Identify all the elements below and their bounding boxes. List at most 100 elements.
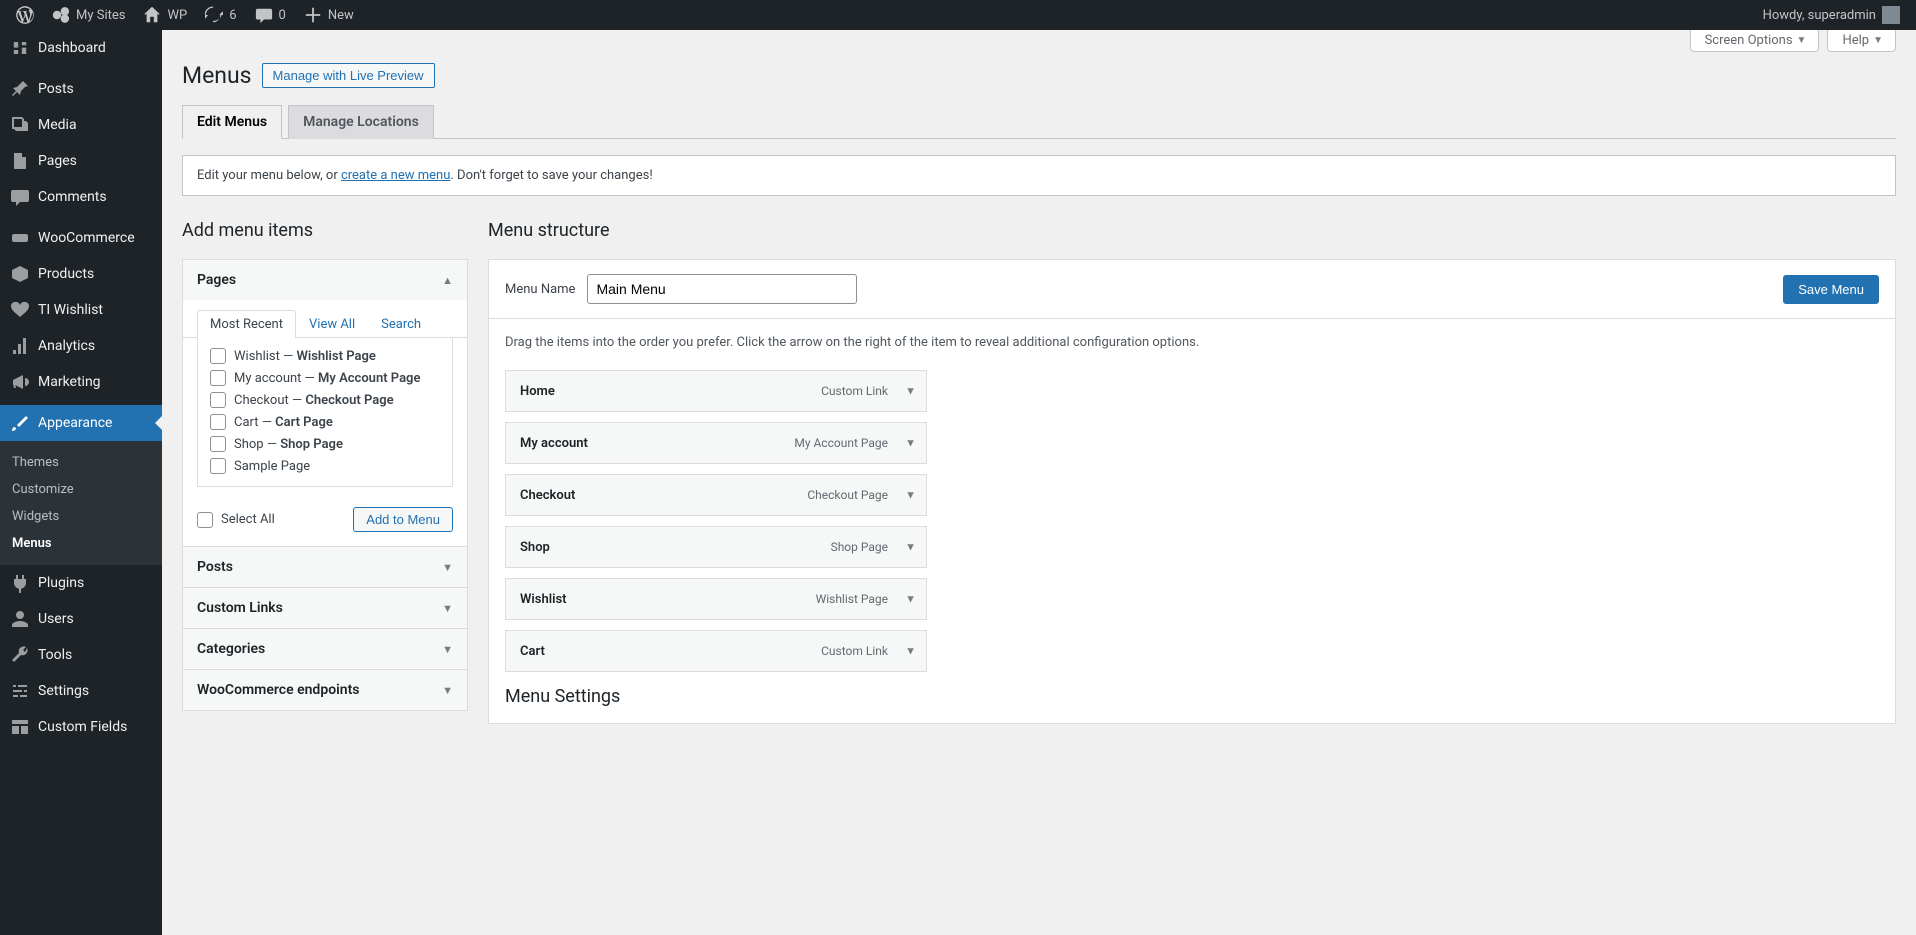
help-toggle[interactable]: Help ▼ (1827, 30, 1896, 52)
triangle-down-icon: ▼ (442, 561, 453, 574)
pages-tab-recent[interactable]: Most Recent (197, 310, 296, 338)
adminbar-wp-logo[interactable] (8, 0, 42, 30)
page-icon (10, 151, 30, 171)
wrench-icon (10, 645, 30, 665)
sidebar-item-label: Marketing (38, 374, 101, 390)
sidebar-item-label: Settings (38, 683, 89, 699)
expand-item-icon[interactable]: ▼ (905, 489, 916, 502)
triangle-down-icon: ▼ (442, 602, 453, 615)
adminbar-user[interactable]: Howdy, superadmin (1755, 0, 1908, 30)
submenu-customize[interactable]: Customize (0, 476, 162, 503)
layout-icon (10, 717, 30, 737)
accordion-pages-header[interactable]: Pages▲ (183, 260, 467, 300)
sidebar-item-label: Posts (38, 81, 74, 97)
menu-notice: Edit your menu below, or create a new me… (182, 155, 1896, 196)
accordion-categories-header[interactable]: Categories▼ (183, 629, 467, 669)
sidebar-item-marketing[interactable]: Marketing (0, 364, 162, 400)
select-all[interactable]: Select All (197, 512, 275, 528)
admin-bar: My Sites WP 6 0 New Howdy, superadmin (0, 0, 1916, 30)
page-checkbox[interactable] (210, 414, 226, 430)
tab-manage-locations[interactable]: Manage Locations (288, 105, 434, 139)
sidebar-item-appearance[interactable]: Appearance (0, 405, 162, 441)
page-check-item[interactable]: Wishlist — Wishlist Page (210, 348, 440, 364)
page-checkbox[interactable] (210, 370, 226, 386)
menu-item[interactable]: WishlistWishlist Page▼ (505, 578, 927, 620)
sidebar-item-tools[interactable]: Tools (0, 637, 162, 673)
sidebar-item-dashboard[interactable]: Dashboard (0, 30, 162, 66)
create-menu-link[interactable]: create a new menu (341, 168, 450, 183)
expand-item-icon[interactable]: ▼ (905, 385, 916, 398)
triangle-down-icon: ▼ (442, 643, 453, 656)
main-content: Screen Options ▼ Help ▼ Menus Manage wit… (162, 30, 1916, 935)
sidebar-item-plugins[interactable]: Plugins (0, 565, 162, 601)
accordion-woo-endpoints-header[interactable]: WooCommerce endpoints▼ (183, 670, 467, 710)
page-check-item[interactable]: Sample Page (210, 458, 440, 474)
accordion-custom-links-header[interactable]: Custom Links▼ (183, 588, 467, 628)
page-checkbox[interactable] (210, 458, 226, 474)
archive-icon (10, 264, 30, 284)
menu-name-label: Menu Name (505, 282, 575, 297)
sidebar-item-custom-fields[interactable]: Custom Fields (0, 709, 162, 745)
menu-item[interactable]: My accountMy Account Page▼ (505, 422, 927, 464)
tab-edit-menus[interactable]: Edit Menus (182, 105, 282, 139)
sidebar-item-pages[interactable]: Pages (0, 143, 162, 179)
sidebar-item-woocommerce[interactable]: WooCommerce (0, 220, 162, 256)
triangle-down-icon: ▼ (1873, 35, 1883, 46)
drag-instructions: Drag the items into the order you prefer… (505, 335, 1879, 350)
adminbar-site-name[interactable]: WP (135, 0, 195, 30)
sidebar-item-settings[interactable]: Settings (0, 673, 162, 709)
adminbar-updates-count: 6 (229, 8, 236, 23)
page-checkbox[interactable] (210, 348, 226, 364)
expand-item-icon[interactable]: ▼ (905, 645, 916, 658)
comment-icon (10, 187, 30, 207)
manage-live-preview-button[interactable]: Manage with Live Preview (262, 63, 435, 88)
page-checkbox[interactable] (210, 436, 226, 452)
menu-name-input[interactable] (587, 274, 857, 304)
screen-options-toggle[interactable]: Screen Options ▼ (1690, 30, 1820, 52)
pin-icon (10, 79, 30, 99)
save-menu-button[interactable]: Save Menu (1783, 275, 1879, 304)
submenu-themes[interactable]: Themes (0, 449, 162, 476)
menu-item[interactable]: CartCustom Link▼ (505, 630, 927, 672)
sidebar-item-label: Plugins (38, 575, 84, 591)
adminbar-comments-count: 0 (279, 8, 286, 23)
adminbar-my-sites[interactable]: My Sites (44, 0, 133, 30)
sidebar-item-users[interactable]: Users (0, 601, 162, 637)
sidebar-item-wishlist[interactable]: TI Wishlist (0, 292, 162, 328)
adminbar-updates[interactable]: 6 (197, 0, 244, 30)
expand-item-icon[interactable]: ▼ (905, 437, 916, 450)
sidebar-item-label: Pages (38, 153, 77, 169)
page-check-item[interactable]: Cart — Cart Page (210, 414, 440, 430)
sidebar-item-comments[interactable]: Comments (0, 179, 162, 215)
accordion-pages: Pages▲ Most Recent View All Search Wishl… (183, 260, 467, 547)
page-check-item[interactable]: Shop — Shop Page (210, 436, 440, 452)
menu-item[interactable]: ShopShop Page▼ (505, 526, 927, 568)
expand-item-icon[interactable]: ▼ (905, 541, 916, 554)
submenu-widgets[interactable]: Widgets (0, 503, 162, 530)
accordion-posts-header[interactable]: Posts▼ (183, 547, 467, 587)
menu-item[interactable]: HomeCustom Link▼ (505, 370, 927, 412)
sidebar-item-posts[interactable]: Posts (0, 71, 162, 107)
adminbar-comments[interactable]: 0 (247, 0, 294, 30)
page-check-item[interactable]: Checkout — Checkout Page (210, 392, 440, 408)
menu-item[interactable]: CheckoutCheckout Page▼ (505, 474, 927, 516)
submenu-menus[interactable]: Menus (0, 530, 162, 557)
page-check-item[interactable]: My account — My Account Page (210, 370, 440, 386)
add-to-menu-button[interactable]: Add to Menu (353, 507, 453, 532)
user-icon (10, 609, 30, 629)
select-all-checkbox[interactable] (197, 512, 213, 528)
sidebar-item-media[interactable]: Media (0, 107, 162, 143)
expand-item-icon[interactable]: ▼ (905, 593, 916, 606)
pages-tab-viewall[interactable]: View All (296, 310, 368, 338)
sidebar-item-label: Comments (38, 189, 107, 205)
wordpress-icon (16, 6, 34, 24)
menu-structure-heading: Menu structure (488, 220, 1896, 241)
pages-tab-search[interactable]: Search (368, 310, 434, 338)
sidebar-item-products[interactable]: Products (0, 256, 162, 292)
adminbar-new[interactable]: New (296, 0, 362, 30)
sidebar-item-analytics[interactable]: Analytics (0, 328, 162, 364)
page-checkbox[interactable] (210, 392, 226, 408)
sidebar-item-label: Custom Fields (38, 719, 127, 735)
home-icon (143, 6, 161, 24)
media-icon (10, 115, 30, 135)
